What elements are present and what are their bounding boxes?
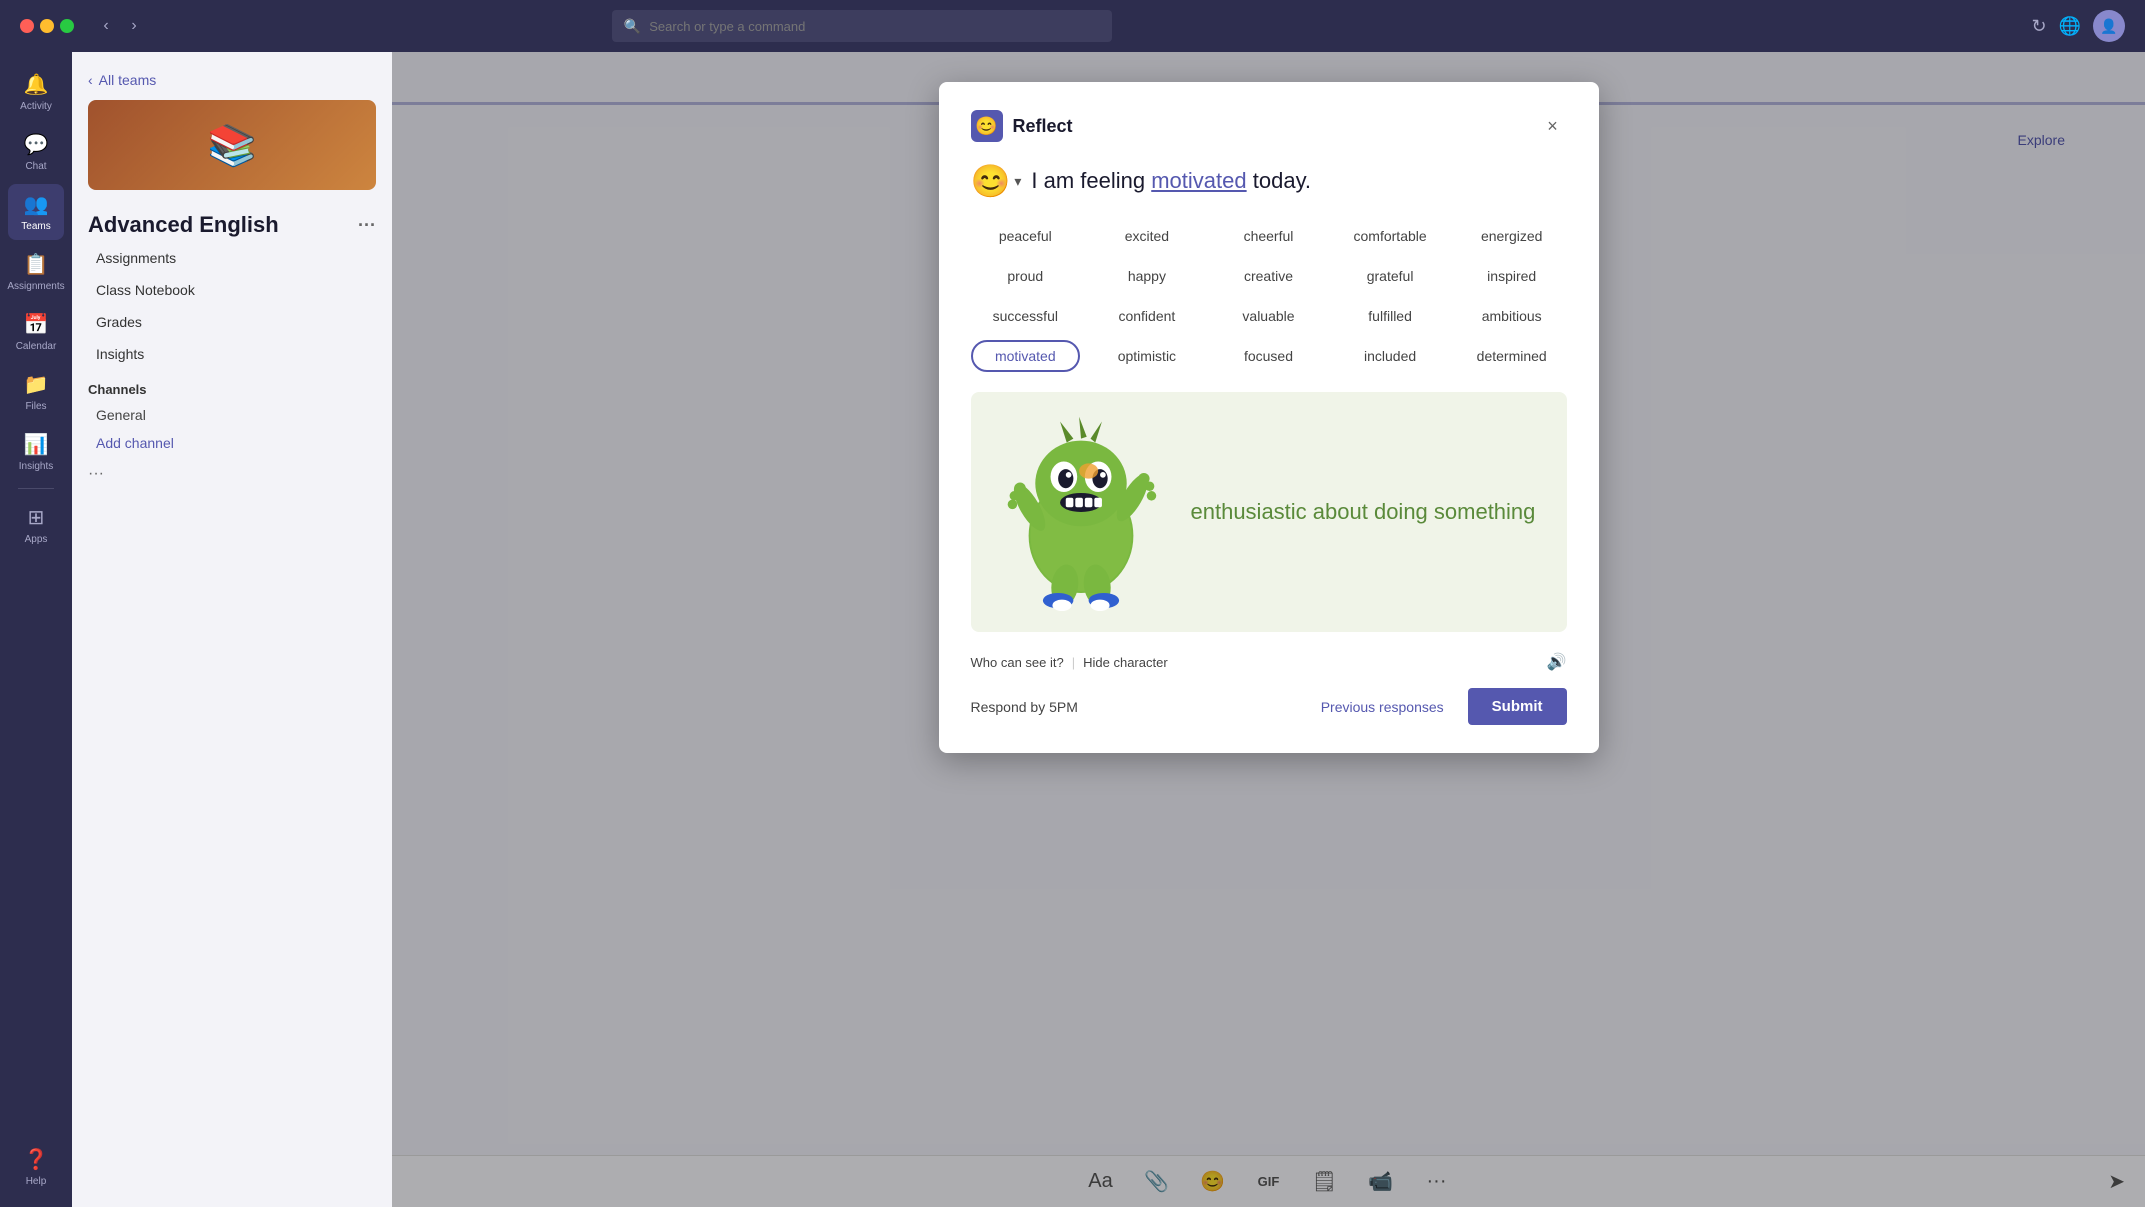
globe-icon[interactable]: 🌐 xyxy=(2059,16,2081,37)
teams-icon: 👥 xyxy=(24,192,49,217)
submit-button[interactable]: Submit xyxy=(1468,688,1567,725)
chip-excited[interactable]: excited xyxy=(1092,220,1202,252)
modal-footer-privacy: Who can see it? | Hide character 🔊 xyxy=(971,652,1567,672)
channels-header: Channels xyxy=(72,370,392,401)
reflect-modal: 😊 Reflect × 😊 ▾ I am feeling motivated xyxy=(939,82,1599,753)
sidebar-divider xyxy=(18,488,54,489)
chip-inspired[interactable]: inspired xyxy=(1457,260,1567,292)
main-content: Explore 😊 Reflect × 😊 xyxy=(392,52,2145,1207)
more-options[interactable]: ··· xyxy=(72,457,392,491)
back-icon: ‹ xyxy=(88,72,93,88)
team-options-icon[interactable]: ··· xyxy=(358,215,376,236)
help-icon: ❓ xyxy=(24,1147,49,1172)
hide-character-link[interactable]: Hide character xyxy=(1083,655,1168,670)
chip-happy[interactable]: happy xyxy=(1092,260,1202,292)
sidebar-item-activity[interactable]: 🔔 Activity xyxy=(8,64,64,120)
apps-icon: ⊞ xyxy=(28,505,45,530)
modal-header: 😊 Reflect × xyxy=(971,110,1567,142)
sidebar-item-assignments[interactable]: 📋 Assignments xyxy=(8,244,64,300)
modal-title: 😊 Reflect xyxy=(971,110,1073,142)
search-bar[interactable]: 🔍 xyxy=(612,10,1112,42)
chip-focused[interactable]: focused xyxy=(1214,340,1324,372)
chip-energized[interactable]: energized xyxy=(1457,220,1567,252)
emoji-selector[interactable]: 😊 ▾ xyxy=(971,162,1022,200)
nav-item-grades[interactable]: Grades xyxy=(88,306,376,338)
modal-footer-actions: Respond by 5PM Previous responses Submit xyxy=(971,688,1567,725)
privacy-controls: Who can see it? | Hide character xyxy=(971,655,1168,670)
chip-optimistic[interactable]: optimistic xyxy=(1092,340,1202,372)
footer-actions: Previous responses Submit xyxy=(1309,688,1567,725)
nav-item-assignments[interactable]: Assignments xyxy=(88,242,376,274)
chip-confident[interactable]: confident xyxy=(1092,300,1202,332)
maximize-button[interactable] xyxy=(60,19,74,33)
chip-successful[interactable]: successful xyxy=(971,300,1081,332)
sidebar-item-help[interactable]: ❓ Help xyxy=(8,1139,64,1195)
character-description: enthusiastic about doing something xyxy=(1191,497,1536,528)
files-icon: 📁 xyxy=(24,372,49,397)
sidebar-item-files[interactable]: 📁 Files xyxy=(8,364,64,420)
feeling-row: 😊 ▾ I am feeling motivated today. xyxy=(971,162,1567,200)
reflect-icon: 😊 xyxy=(971,110,1003,142)
close-button[interactable] xyxy=(20,19,34,33)
traffic-lights[interactable] xyxy=(20,19,74,33)
chat-icon: 💬 xyxy=(24,132,49,157)
speaker-icon[interactable]: 🔊 xyxy=(1547,652,1567,672)
team-banner: 📚 xyxy=(88,100,376,190)
refresh-icon[interactable]: ↻ xyxy=(2031,16,2046,37)
sidebar: 🔔 Activity 💬 Chat 👥 Teams 📋 Assignments … xyxy=(0,52,72,1207)
privacy-separator: | xyxy=(1072,655,1075,670)
chip-comfortable[interactable]: comfortable xyxy=(1335,220,1445,252)
chip-valuable[interactable]: valuable xyxy=(1214,300,1324,332)
sidebar-item-teams[interactable]: 👥 Teams xyxy=(8,184,64,240)
minimize-button[interactable] xyxy=(40,19,54,33)
nav-item-class-notebook[interactable]: Class Notebook xyxy=(88,274,376,306)
respond-by-label: Respond by 5PM xyxy=(971,699,1078,715)
team-banner-emoji: 📚 xyxy=(207,122,257,169)
chip-ambitious[interactable]: ambitious xyxy=(1457,300,1567,332)
insights-icon: 📊 xyxy=(24,432,49,457)
who-can-see-link[interactable]: Who can see it? xyxy=(971,655,1064,670)
nav-list: Assignments Class Notebook Grades Insigh… xyxy=(72,242,392,370)
forward-arrow[interactable]: › xyxy=(122,14,146,38)
chip-peaceful[interactable]: peaceful xyxy=(971,220,1081,252)
avatar[interactable]: 👤 xyxy=(2093,10,2125,42)
emotions-grid: peaceful excited cheerful comfortable en… xyxy=(971,220,1567,372)
activity-icon: 🔔 xyxy=(24,72,49,97)
channel-general[interactable]: General xyxy=(72,401,392,429)
character-image xyxy=(1001,412,1161,612)
feeling-word: motivated xyxy=(1151,168,1246,193)
feeling-text: I am feeling motivated today. xyxy=(1031,168,1311,194)
sidebar-item-apps[interactable]: ⊞ Apps xyxy=(8,497,64,553)
back-arrow[interactable]: ‹ xyxy=(94,14,118,38)
chip-fulfilled[interactable]: fulfilled xyxy=(1335,300,1445,332)
add-channel-button[interactable]: Add channel xyxy=(72,429,392,457)
character-card: enthusiastic about doing something xyxy=(971,392,1567,632)
chip-included[interactable]: included xyxy=(1335,340,1445,372)
previous-responses-button[interactable]: Previous responses xyxy=(1309,691,1456,723)
search-input[interactable] xyxy=(649,19,1100,34)
sidebar-item-insights[interactable]: 📊 Insights xyxy=(8,424,64,480)
chip-motivated[interactable]: motivated xyxy=(971,340,1081,372)
team-name: Advanced English ··· xyxy=(72,202,392,242)
calendar-icon: 📅 xyxy=(24,312,49,337)
top-bar-right: ↻ 🌐 👤 xyxy=(2031,10,2125,42)
sidebar-item-chat[interactable]: 💬 Chat xyxy=(8,124,64,180)
chip-proud[interactable]: proud xyxy=(971,260,1081,292)
modal-close-button[interactable]: × xyxy=(1539,112,1567,140)
assignments-icon: 📋 xyxy=(24,252,49,277)
search-icon: 🔍 xyxy=(624,18,641,35)
chip-grateful[interactable]: grateful xyxy=(1335,260,1445,292)
chip-cheerful[interactable]: cheerful xyxy=(1214,220,1324,252)
back-to-all-teams[interactable]: ‹ All teams xyxy=(88,72,376,88)
chip-determined[interactable]: determined xyxy=(1457,340,1567,372)
chip-creative[interactable]: creative xyxy=(1214,260,1324,292)
sidebar-item-calendar[interactable]: 📅 Calendar xyxy=(8,304,64,360)
left-panel: ‹ All teams 📚 Advanced English ··· Assig… xyxy=(72,52,392,1207)
nav-arrows: ‹ › xyxy=(94,14,146,38)
mood-emoji: 😊 xyxy=(971,162,1011,200)
chevron-down-icon[interactable]: ▾ xyxy=(1014,173,1021,190)
nav-item-insights[interactable]: Insights xyxy=(88,338,376,370)
